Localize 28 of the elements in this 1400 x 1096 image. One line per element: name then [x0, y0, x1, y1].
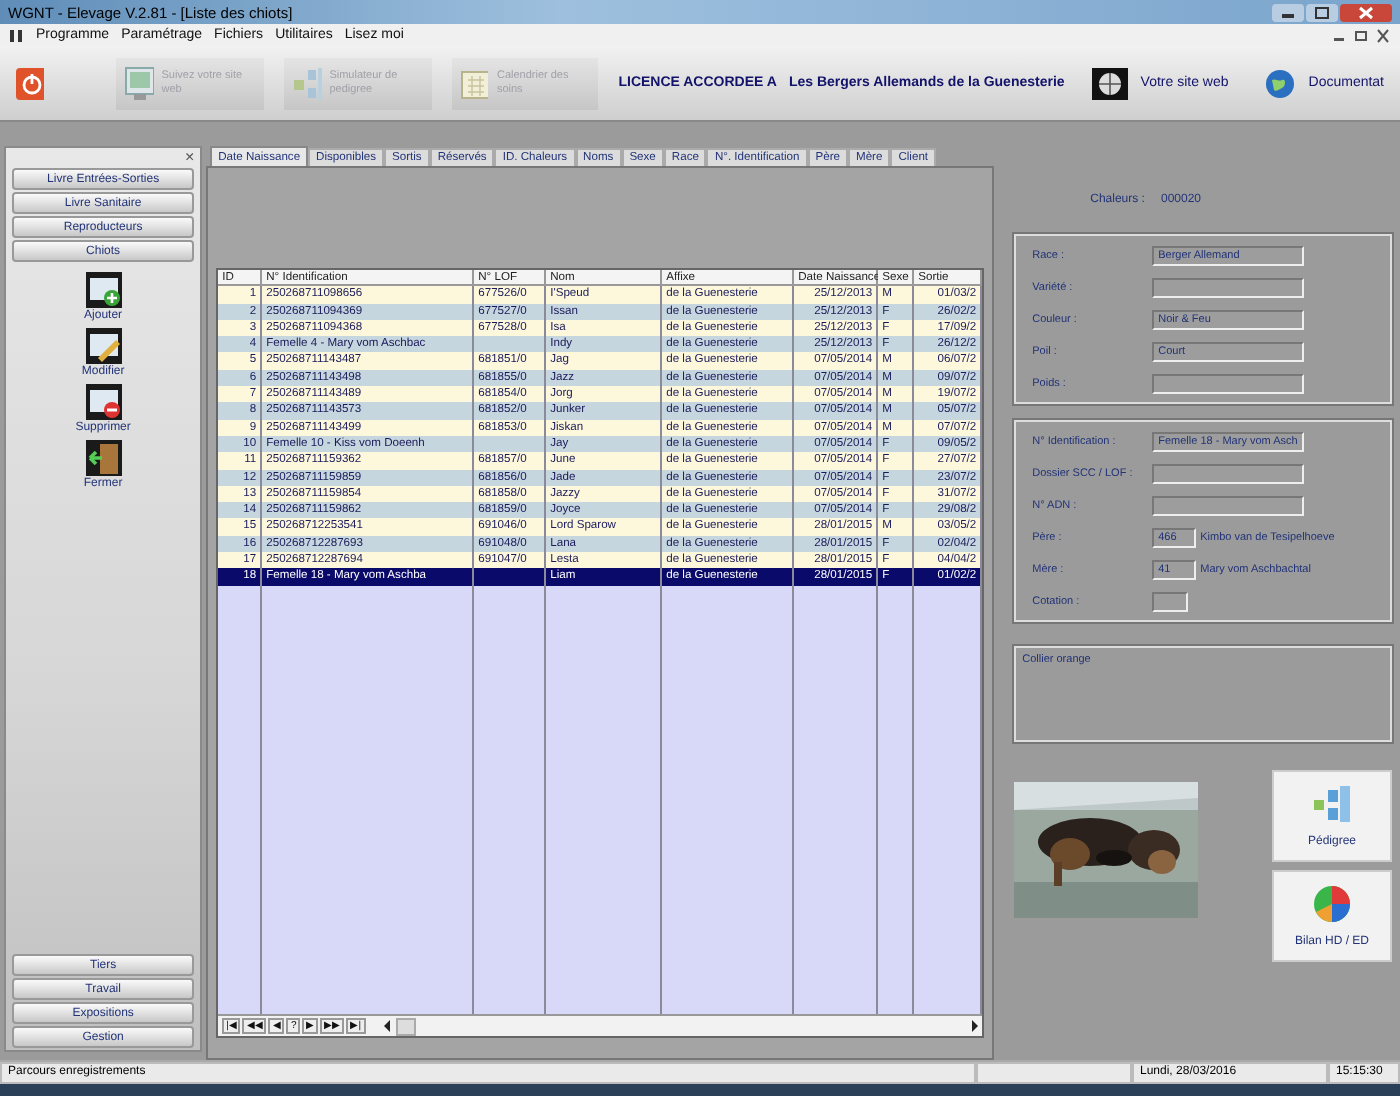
- close-icon[interactable]: [1340, 3, 1392, 21]
- scroll-right-icon[interactable]: [966, 1018, 983, 1034]
- input-field[interactable]: [1152, 591, 1189, 611]
- input-field[interactable]: [1152, 463, 1305, 483]
- input-field[interactable]: [1152, 495, 1305, 515]
- scroll-thumb[interactable]: [395, 1017, 416, 1035]
- door-icon: [85, 440, 122, 476]
- globe-icon: [1264, 67, 1297, 99]
- edit-record-icon: [85, 328, 122, 364]
- close-icon[interactable]: [1374, 27, 1392, 43]
- close-button[interactable]: ×: [184, 150, 195, 166]
- calendar-icon: [459, 67, 489, 99]
- maximize-icon[interactable]: [1306, 3, 1338, 21]
- delete-record-icon: [85, 384, 122, 420]
- monitor-icon: [124, 65, 154, 101]
- globe-icon: [1092, 67, 1129, 99]
- pie-chart-icon: [1312, 884, 1352, 924]
- restore-icon[interactable]: [1352, 27, 1370, 43]
- scroll-left-icon[interactable]: [379, 1018, 396, 1034]
- tree-icon: [291, 65, 322, 101]
- tree-icon: [1312, 784, 1352, 824]
- input-field[interactable]: [1152, 277, 1305, 297]
- power-icon[interactable]: [16, 67, 45, 99]
- input-field[interactable]: [1152, 373, 1305, 393]
- app-icon[interactable]: [8, 27, 24, 43]
- add-record-icon: [85, 272, 122, 308]
- horizontal-scrollbar[interactable]: [379, 1018, 983, 1034]
- minimize-icon[interactable]: [1272, 3, 1304, 21]
